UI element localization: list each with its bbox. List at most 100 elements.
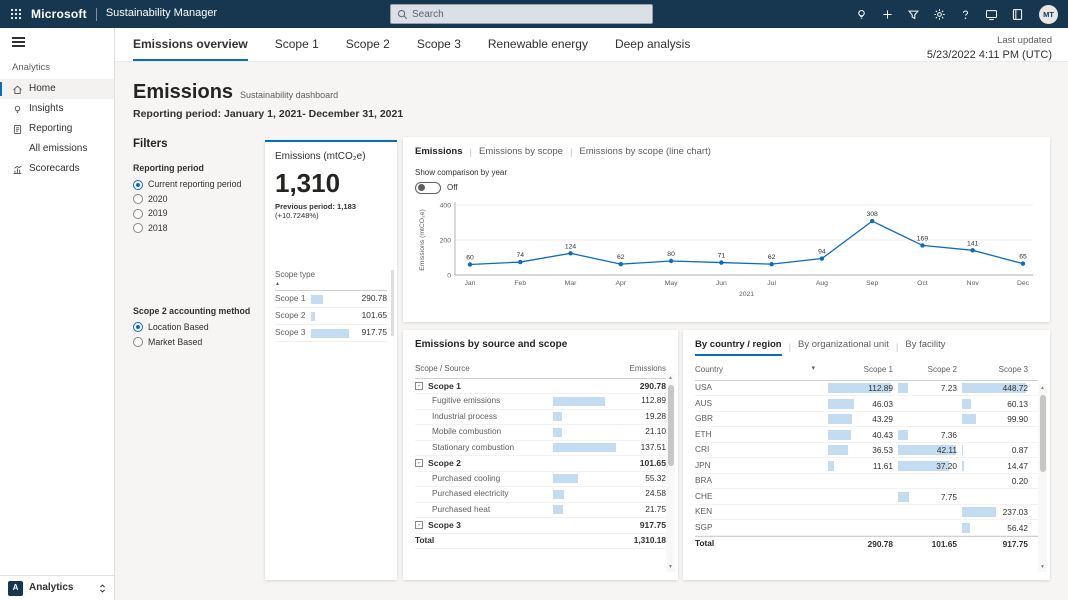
source-row-stationary-combustion[interactable]: Stationary combustion137.51: [415, 441, 666, 457]
col-scope-source[interactable]: Scope / Source: [415, 364, 606, 374]
value-cell: 101.65: [893, 539, 957, 549]
country-row-sgp[interactable]: SGP56.42: [695, 520, 1038, 536]
source-row-purchased-cooling[interactable]: Purchased cooling55.32: [415, 472, 666, 488]
avatar[interactable]: MT: [1039, 5, 1058, 24]
search-input[interactable]: [412, 9, 646, 20]
collapse-icon[interactable]: -: [415, 459, 423, 467]
col-scope3[interactable]: Scope 3: [957, 365, 1028, 375]
radio-option-location-based[interactable]: Location Based: [133, 322, 258, 333]
source-row-scope-3[interactable]: -Scope 3917.75: [415, 518, 666, 534]
source-row-fugitive-emissions[interactable]: Fugitive emissions112.89: [415, 394, 666, 410]
tab-scope-3[interactable]: Scope 3: [417, 37, 461, 61]
tab-scope-1[interactable]: Scope 1: [275, 37, 319, 61]
comparison-toggle[interactable]: [415, 182, 441, 194]
data-bar: [962, 414, 976, 424]
sidebar-item-reporting[interactable]: Reporting: [0, 119, 114, 139]
radio-option-current-reporting-period[interactable]: Current reporting period: [133, 179, 258, 190]
search-box[interactable]: [390, 4, 653, 24]
menu-icon[interactable]: [12, 37, 25, 47]
collapse-icon[interactable]: -: [415, 382, 423, 390]
country-row-cri[interactable]: CRI36.5342.110.87: [695, 443, 1038, 459]
tab-deep-analysis[interactable]: Deep analysis: [615, 37, 690, 61]
country-row-che[interactable]: CHE7.75: [695, 489, 1038, 505]
scroll-track[interactable]: [1038, 393, 1047, 563]
radio-option-2018[interactable]: 2018: [133, 223, 258, 234]
scroll-track[interactable]: [666, 383, 675, 563]
kpi-scrollbar[interactable]: [391, 270, 394, 336]
collapse-icon[interactable]: -: [415, 521, 423, 529]
scroll-thumb[interactable]: [668, 385, 674, 466]
add-icon[interactable]: [881, 8, 894, 21]
sidebar-item-scorecards[interactable]: Scorecards: [0, 159, 114, 179]
source-row-scope-1[interactable]: -Scope 1290.78: [415, 379, 666, 395]
scroll-up-icon[interactable]: ▲: [1040, 384, 1045, 393]
tab-by-country-region[interactable]: By country / region: [695, 339, 782, 356]
radio-option-2020[interactable]: 2020: [133, 194, 258, 205]
sidebar-footer[interactable]: A Analytics: [0, 575, 114, 600]
tab-emissions-by-scope[interactable]: Emissions by scope: [479, 146, 563, 159]
emissions-by-source-card: Emissions by source and scope Scope / So…: [403, 330, 678, 580]
tab-emissions[interactable]: Emissions: [415, 146, 463, 159]
country-row-ken[interactable]: KEN237.03: [695, 505, 1038, 521]
country-row-gbr[interactable]: GBR43.2999.90: [695, 412, 1038, 428]
country-total-row[interactable]: Total290.78101.65917.75: [695, 536, 1038, 552]
svg-text:May: May: [665, 280, 678, 287]
country-scrollbar[interactable]: ▲ ▼: [1038, 384, 1047, 572]
label-zone: -Scope 3: [415, 520, 553, 530]
tab-scope-2[interactable]: Scope 2: [346, 37, 390, 61]
guide-icon[interactable]: [1011, 8, 1024, 21]
svg-text:62: 62: [617, 254, 625, 261]
scope-type-row[interactable]: Scope 3917.75: [275, 325, 387, 342]
country-row-eth[interactable]: ETH40.437.36: [695, 427, 1038, 443]
scroll-thumb[interactable]: [1040, 395, 1046, 472]
value-cell: 46.03: [823, 399, 893, 409]
svg-text:Emissions (mtCO₂e): Emissions (mtCO₂e): [419, 209, 426, 271]
scope-type-row[interactable]: Scope 1290.78: [275, 291, 387, 308]
tab-renewable-energy[interactable]: Renewable energy: [488, 37, 588, 61]
svg-text:308: 308: [867, 211, 879, 218]
country-row-bra[interactable]: BRA0.20: [695, 474, 1038, 490]
col-scope1[interactable]: Scope 1: [823, 365, 893, 375]
col-emissions[interactable]: Emissions: [606, 364, 666, 374]
filter-group-label: Reporting period: [133, 163, 258, 174]
scroll-down-icon[interactable]: ▼: [1040, 563, 1045, 572]
sidebar-item-all-emissions[interactable]: All emissions: [0, 139, 114, 159]
search-icon: [397, 9, 408, 20]
col-scope2[interactable]: Scope 2: [893, 365, 957, 375]
report-tabs: Emissions overview Scope 1 Scope 2 Scope 3 R…: [115, 28, 1068, 62]
filter-icon[interactable]: [907, 8, 920, 21]
tab-by-organizational-unit[interactable]: By organizational unit: [798, 339, 889, 356]
lightbulb-icon[interactable]: [855, 8, 868, 21]
scroll-up-icon[interactable]: ▲: [668, 374, 673, 383]
radio-option-market-based[interactable]: Market Based: [133, 337, 258, 348]
source-row-purchased-electricity[interactable]: Purchased electricity24.58: [415, 487, 666, 503]
tab-emissions-by-scope-line-chart[interactable]: Emissions by scope (line chart): [579, 146, 710, 159]
source-row-scope-2[interactable]: -Scope 2101.65: [415, 456, 666, 472]
scope-type-row[interactable]: Scope 2101.65: [275, 308, 387, 325]
cell-value: 7.23: [941, 383, 957, 393]
sidebar-item-insights[interactable]: Insights: [0, 99, 114, 119]
help-icon[interactable]: [959, 8, 972, 21]
feedback-icon[interactable]: [985, 8, 998, 21]
svg-text:80: 80: [667, 251, 675, 258]
scroll-down-icon[interactable]: ▼: [668, 563, 673, 572]
source-row-mobile-combustion[interactable]: Mobile combustion21.10: [415, 425, 666, 441]
expand-collapse-icon[interactable]: [99, 583, 106, 594]
tab-by-facility[interactable]: By facility: [905, 339, 945, 356]
app-launcher-icon[interactable]: [10, 8, 22, 20]
col-country[interactable]: Country▾: [695, 365, 823, 375]
sidebar-item-home[interactable]: Home: [0, 79, 114, 99]
data-bar: [553, 443, 616, 452]
country-row-usa[interactable]: USA112.897.23448.72: [695, 381, 1038, 397]
radio-option-2019[interactable]: 2019: [133, 208, 258, 219]
tab-emissions-overview[interactable]: Emissions overview: [133, 37, 248, 61]
source-row-industrial-process[interactable]: Industrial process19.28: [415, 410, 666, 426]
bar-zone: [553, 459, 616, 468]
scope-type-column-header[interactable]: Scope type ▲: [275, 270, 387, 291]
country-row-jpn[interactable]: JPN11.6137.2014.47: [695, 458, 1038, 474]
source-row-purchased-heat[interactable]: Purchased heat21.75: [415, 503, 666, 519]
settings-icon[interactable]: [933, 8, 946, 21]
country-row-aus[interactable]: AUS46.0360.13: [695, 396, 1038, 412]
source-total-row[interactable]: Total1,310.18: [415, 534, 666, 550]
source-scrollbar[interactable]: ▲ ▼: [666, 374, 675, 572]
